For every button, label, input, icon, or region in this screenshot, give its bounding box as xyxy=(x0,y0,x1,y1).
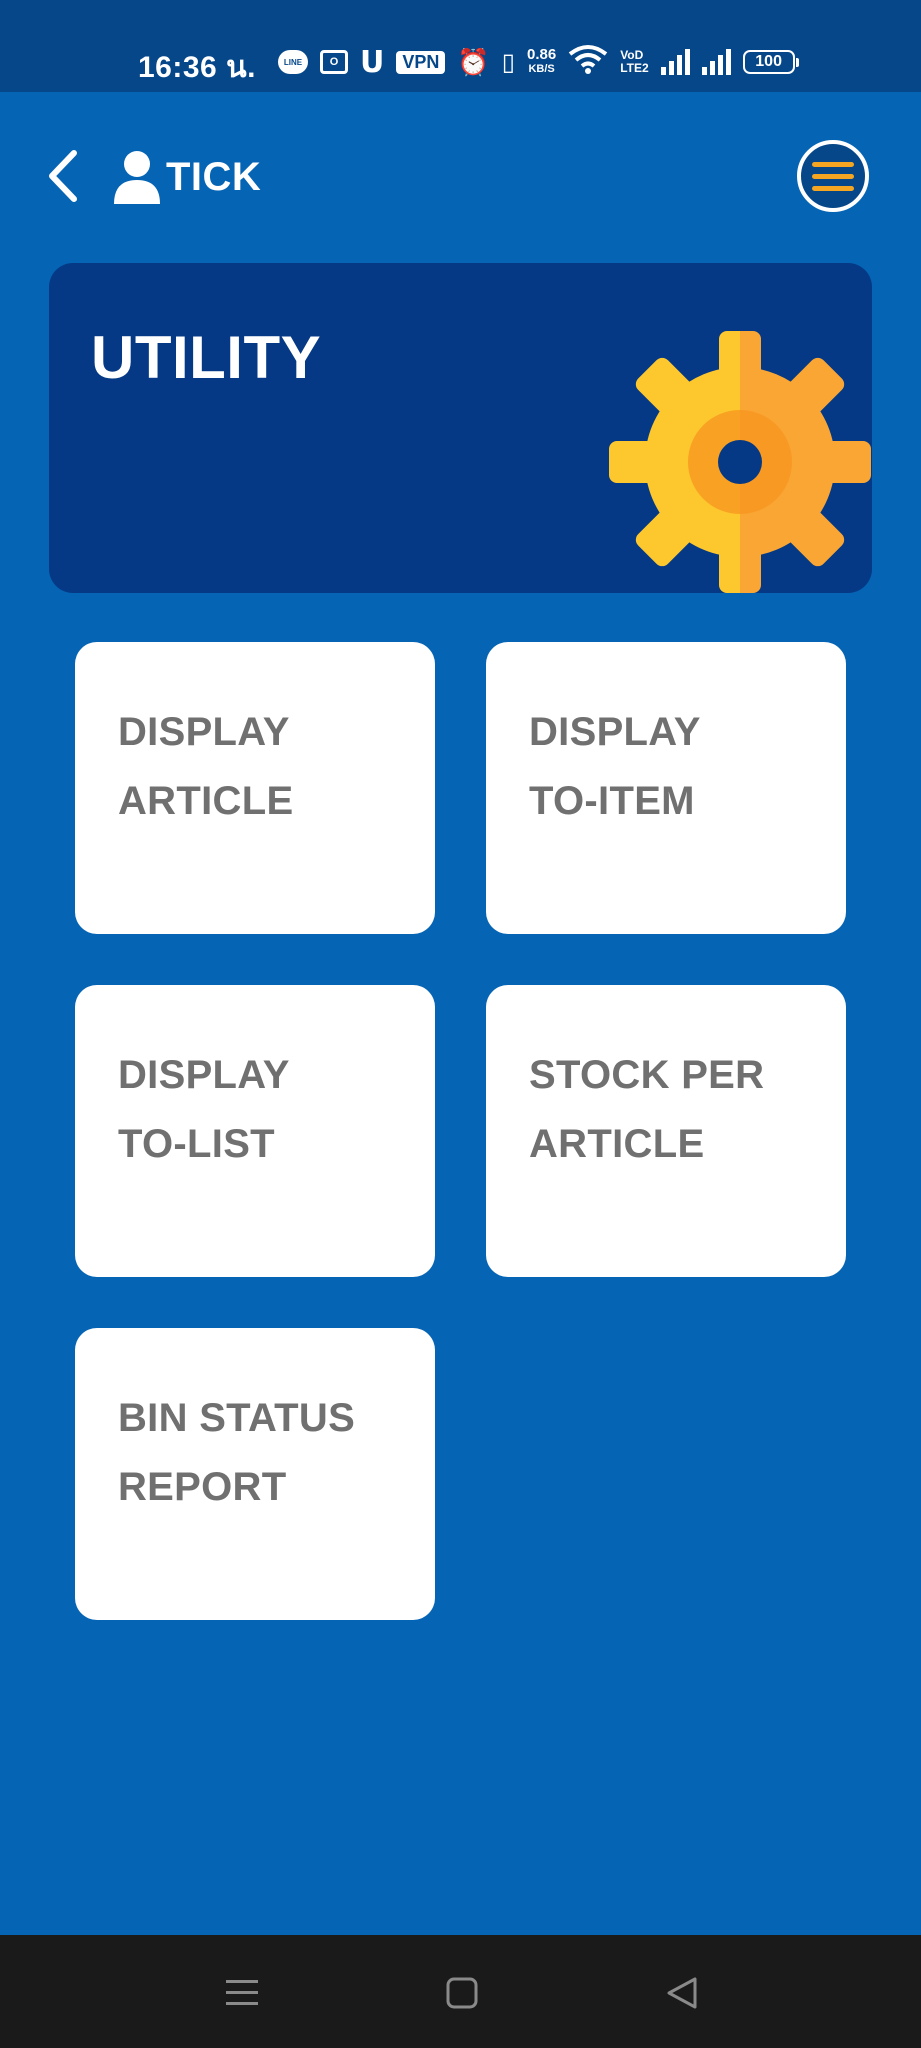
tile-label: DISPLAY TO-LIST xyxy=(118,1053,290,1166)
chevron-left-icon xyxy=(49,150,77,202)
status-bar: 16:36 น. LINE O ᑌ VPN ⏰ ▯ 0.86 KB/S VoD … xyxy=(0,0,921,92)
hamburger-icon xyxy=(812,161,854,167)
status-icons: LINE O ᑌ VPN ⏰ ▯ 0.86 KB/S VoD LTE2 100 xyxy=(278,44,799,80)
gear-icon xyxy=(609,331,871,593)
tile-label: STOCK PER ARTICLE xyxy=(529,1053,765,1166)
volte-icon: VoD LTE2 xyxy=(620,48,649,75)
tile-label: DISPLAY TO-ITEM xyxy=(529,710,701,823)
vibrate-icon: ▯ xyxy=(501,48,515,76)
recents-button[interactable] xyxy=(212,1963,272,2023)
nav-back-button[interactable] xyxy=(652,1963,712,2023)
recents-icon xyxy=(226,1980,258,2005)
page-title: UTILITY xyxy=(91,324,322,391)
ucloud-icon: ᑌ xyxy=(360,45,385,79)
user-name: TICK xyxy=(166,154,262,199)
home-icon xyxy=(446,1977,478,2009)
status-time: 16:36 น. xyxy=(138,51,256,84)
data-rate: 0.86 KB/S xyxy=(526,46,557,75)
wifi-icon xyxy=(568,44,608,80)
signal-icon xyxy=(660,49,690,75)
alarm-icon: ⏰ xyxy=(457,46,490,77)
tile-display-to-list[interactable]: DISPLAY TO-LIST xyxy=(75,985,435,1277)
tile-label: BIN STATUS REPORT xyxy=(118,1396,356,1509)
vpn-badge: VPN xyxy=(396,50,446,74)
user-area: TICK xyxy=(112,150,261,204)
tile-display-to-item[interactable]: DISPLAY TO-ITEM xyxy=(486,642,846,934)
outlook-icon: O xyxy=(320,50,348,74)
back-triangle-icon xyxy=(667,1977,697,2009)
line-icon: LINE xyxy=(278,50,308,74)
tile-label: DISPLAY ARTICLE xyxy=(118,710,294,823)
back-button[interactable] xyxy=(40,143,90,209)
menu-button[interactable] xyxy=(797,140,869,212)
tile-bin-status-report[interactable]: BIN STATUS REPORT xyxy=(75,1328,435,1620)
signal-icon xyxy=(701,49,731,75)
system-nav-bar xyxy=(0,1935,921,2048)
person-icon xyxy=(114,151,160,204)
home-button[interactable] xyxy=(432,1963,492,2023)
tile-stock-per-article[interactable]: STOCK PER ARTICLE xyxy=(486,985,846,1277)
battery-icon: 100 xyxy=(742,50,799,74)
tile-display-article[interactable]: DISPLAY ARTICLE xyxy=(75,642,435,934)
utility-banner: UTILITY xyxy=(49,263,872,593)
